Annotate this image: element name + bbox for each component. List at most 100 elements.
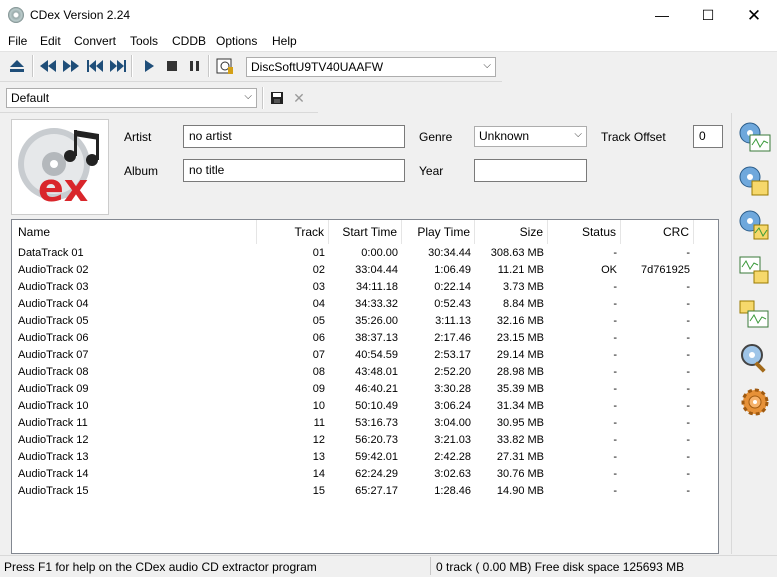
settings-icon[interactable] — [738, 385, 772, 419]
save-icon[interactable] — [267, 88, 287, 108]
fast-forward-icon[interactable] — [61, 56, 81, 76]
column-header-crc[interactable]: CRC — [621, 220, 694, 244]
cell-size: 29.14 MB — [496, 349, 544, 361]
play-icon[interactable] — [139, 56, 159, 76]
menu-help[interactable]: Help — [272, 34, 297, 48]
toolbar-separator — [131, 55, 133, 77]
rewind-icon[interactable] — [38, 56, 58, 76]
genre-select[interactable]: Unknown ⌵ — [474, 126, 587, 147]
cell-size: 8.84 MB — [503, 298, 544, 310]
cell-track: 08 — [312, 366, 325, 378]
table-row[interactable]: AudioTrack 06 06 38:37.13 2:17.46 23.15 MB - - — [12, 331, 712, 348]
cell-name: AudioTrack 07 — [18, 349, 89, 361]
cddb-search-icon[interactable] — [738, 341, 772, 375]
cell-name: AudioTrack 04 — [18, 298, 89, 310]
table-row[interactable]: AudioTrack 11 11 53:16.73 3:04.00 30.95 MB - - — [12, 416, 712, 433]
cell-name: AudioTrack 08 — [18, 366, 89, 378]
action-sidebar — [731, 113, 777, 554]
cell-size: 14.90 MB — [496, 485, 544, 497]
table-row[interactable]: AudioTrack 13 13 59:42.01 2:42.28 27.31 MB - - — [12, 450, 712, 467]
table-row[interactable]: DataTrack 01 01 0:00.00 30:34.44 308.63 MB - - — [12, 246, 712, 263]
column-header-play-time[interactable]: Play Time — [402, 220, 475, 244]
extract-partial-icon[interactable] — [738, 209, 772, 243]
extract-to-wav-icon[interactable] — [738, 121, 772, 155]
cell-start-time: 59:42.01 — [355, 451, 398, 463]
table-row[interactable]: AudioTrack 14 14 62:24.29 3:02.63 30.76 MB - - — [12, 467, 712, 484]
stop-icon[interactable] — [162, 56, 182, 76]
table-row[interactable]: AudioTrack 04 04 34:33.32 0:52.43 8.84 MB - - — [12, 297, 712, 314]
menu-options[interactable]: Options — [216, 34, 257, 48]
toolbar-separator — [208, 55, 210, 77]
cell-track: 09 — [312, 383, 325, 395]
convert-wav-to-mp3-icon[interactable] — [738, 253, 772, 287]
minimize-button[interactable]: — — [639, 0, 685, 31]
cell-size: 35.39 MB — [496, 383, 544, 395]
cell-track: 04 — [312, 298, 325, 310]
cell-start-time: 34:33.32 — [355, 298, 398, 310]
cell-status: OK — [601, 264, 617, 276]
menu-file[interactable]: File — [8, 34, 27, 48]
menu-tools[interactable]: Tools — [130, 34, 158, 48]
profile-toolbar: Default ⌵ ✕ — [0, 83, 318, 113]
delete-icon[interactable]: ✕ — [289, 88, 309, 108]
cell-track: 07 — [312, 349, 325, 361]
cell-size: 3.73 MB — [503, 281, 544, 293]
table-row[interactable]: AudioTrack 09 09 46:40.21 3:30.28 35.39 MB - - — [12, 382, 712, 399]
menu-convert[interactable]: Convert — [74, 34, 116, 48]
track-offset-input[interactable]: 0 — [693, 125, 723, 148]
table-row[interactable]: AudioTrack 15 15 65:27.17 1:28.46 14.90 MB - - — [12, 484, 712, 501]
drive-select[interactable]: DiscSoftU9TV40UAAFW ⌵ — [246, 57, 496, 77]
table-row[interactable]: AudioTrack 12 12 56:20.73 3:21.03 33.82 MB - - — [12, 433, 712, 450]
cell-size: 33.82 MB — [496, 434, 544, 446]
artist-value: no artist — [189, 129, 232, 143]
pause-icon[interactable] — [185, 56, 205, 76]
album-input[interactable]: no title — [183, 159, 405, 182]
extract-to-mp3-icon[interactable] — [738, 165, 772, 199]
cell-play-time: 30:34.44 — [428, 247, 471, 259]
track-list[interactable]: Name Track Start Time Play Time Size Sta… — [11, 219, 719, 554]
table-row[interactable]: AudioTrack 10 10 50:10.49 3:06.24 31.34 MB - - — [12, 399, 712, 416]
table-row[interactable]: AudioTrack 08 08 43:48.01 2:52.20 28.98 MB - - — [12, 365, 712, 382]
cell-name: AudioTrack 09 — [18, 383, 89, 395]
cell-start-time: 62:24.29 — [355, 468, 398, 480]
cell-status: - — [613, 451, 617, 463]
profile-select[interactable]: Default ⌵ — [6, 88, 257, 108]
cell-status: - — [613, 417, 617, 429]
column-header-track[interactable]: Track — [257, 220, 329, 244]
cell-size: 31.34 MB — [496, 400, 544, 412]
cell-status: - — [613, 366, 617, 378]
cell-name: DataTrack 01 — [18, 247, 84, 259]
next-track-icon[interactable] — [108, 56, 128, 76]
column-header-start-time[interactable]: Start Time — [329, 220, 402, 244]
cell-crc: - — [686, 383, 690, 395]
table-row[interactable]: AudioTrack 02 02 33:04.44 1:06.49 11.21 MB OK… — [12, 263, 712, 280]
chevron-down-icon: ⌵ — [574, 129, 582, 140]
year-input[interactable] — [474, 159, 587, 182]
table-row[interactable]: AudioTrack 03 03 34:11.18 0:22.14 3.73 MB - - — [12, 280, 712, 297]
cell-track: 02 — [312, 264, 325, 276]
menu-cddb[interactable]: CDDB — [172, 34, 206, 48]
menu-edit[interactable]: Edit — [40, 34, 61, 48]
close-button[interactable]: ✕ — [731, 0, 777, 31]
app-icon — [8, 7, 24, 23]
column-header-status[interactable]: Status — [548, 220, 621, 244]
cd-info-icon[interactable] — [215, 56, 235, 76]
artist-input[interactable]: no artist — [183, 125, 405, 148]
cell-crc: - — [686, 247, 690, 259]
cell-name: AudioTrack 03 — [18, 281, 89, 293]
table-row[interactable]: AudioTrack 07 07 40:54.59 2:53.17 29.14 MB - - — [12, 348, 712, 365]
cell-track: 06 — [312, 332, 325, 344]
chevron-down-icon: ⌵ — [483, 60, 491, 71]
previous-track-icon[interactable] — [85, 56, 105, 76]
table-row[interactable]: AudioTrack 05 05 35:26.00 3:11.13 32.16 MB - - — [12, 314, 712, 331]
cell-name: AudioTrack 11 — [18, 417, 88, 429]
cell-track: 11 — [313, 417, 325, 429]
cell-play-time: 3:06.24 — [434, 400, 471, 412]
convert-mp3-to-wav-icon[interactable] — [738, 297, 772, 331]
cell-status: - — [613, 434, 617, 446]
eject-icon[interactable] — [7, 56, 27, 76]
column-header-name[interactable]: Name — [12, 220, 257, 244]
maximize-button[interactable]: ☐ — [685, 0, 731, 31]
column-header-size[interactable]: Size — [475, 220, 548, 244]
cell-track: 15 — [312, 485, 325, 497]
